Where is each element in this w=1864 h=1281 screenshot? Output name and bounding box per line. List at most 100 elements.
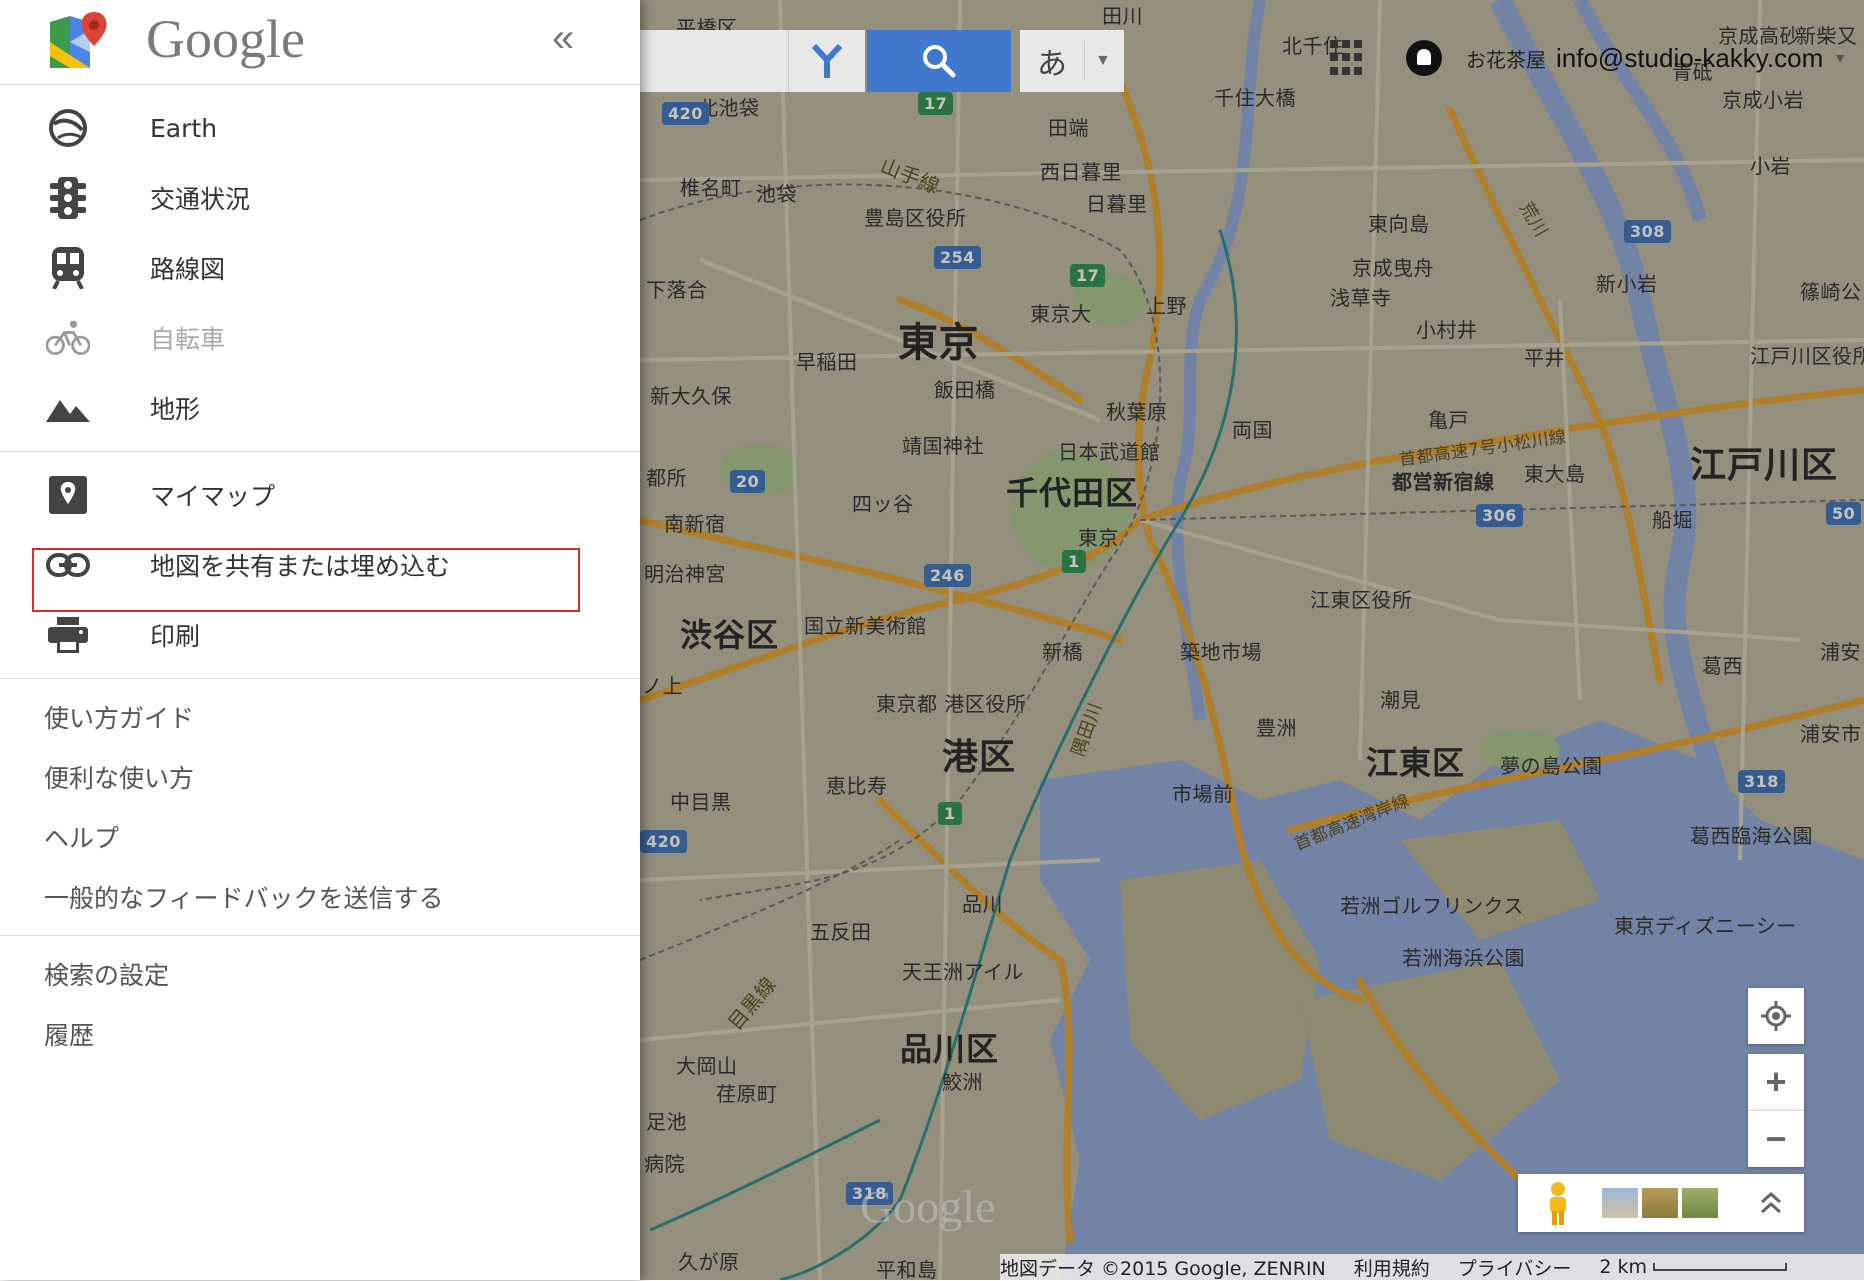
search-button[interactable] [867,30,1011,92]
collapse-menu-icon[interactable]: « [552,16,574,61]
zoom-out-button[interactable]: − [1748,1110,1804,1167]
map-label: 夢の島公園 [1500,754,1603,778]
map-label: 葛西 [1702,654,1743,678]
map-label: 田端 [1048,116,1089,140]
imagery-thumbnail[interactable] [1602,1188,1638,1218]
search-settings-link[interactable]: 検索の設定 [0,944,640,1004]
map-label: 都所 [646,466,687,490]
traffic-icon [46,176,90,220]
map-label: 東京ディズニーシー [1614,914,1797,938]
map-label: 東大島 [1524,462,1586,486]
map-label-ward: 江戸川区 [1690,445,1839,486]
earth-icon [46,106,90,150]
account-email[interactable]: info@studio-kakky.com [1556,43,1823,74]
map-label: 荏原町 [716,1082,778,1106]
menu-item-print[interactable]: 印刷 [0,600,640,670]
print-icon [46,613,90,657]
map-label: 日暮里 [1086,192,1148,216]
map-label: 船堀 [1652,508,1693,532]
guide-link[interactable]: 使い方ガイド [0,687,640,747]
route-shield: 308 [1624,220,1671,243]
menu-item-share-embed[interactable]: 地図を共有または埋め込む [0,530,640,600]
map-label: 南新宿 [664,512,726,536]
route-shield: 50 [1826,502,1862,525]
menu-item-bicycle[interactable]: 自転車 [0,303,640,373]
route-shield: 254 [934,246,981,269]
map-label: 豊洲 [1256,716,1297,740]
map-label: 浦安市 [1800,722,1862,746]
privacy-link[interactable]: プライバシー [1458,1254,1572,1281]
zoom-in-button[interactable]: + [1748,1054,1804,1110]
map-label: 築地市場 [1180,640,1262,664]
input-tools-button[interactable]: あ ▼ [1020,30,1124,92]
map-label: ノ上 [642,674,683,698]
chevron-up-icon[interactable] [1758,1190,1784,1216]
directions-icon [811,44,843,78]
pegman-icon[interactable] [1538,1181,1578,1225]
map-label: 京成小岩 [1722,88,1804,112]
side-menu: Google « Earth 交通状況 路線図 自転車 地形 マイマップ 地図を… [0,0,640,1280]
map-label: 田川 [1102,4,1143,28]
map-label: 東京大 [1030,302,1092,326]
google-wordmark: Google [146,9,305,69]
ime-char: あ [1037,48,1067,81]
map-label: 鮫洲 [942,1070,983,1094]
map-label: 大岡山 [676,1054,738,1078]
transit-icon [46,246,90,290]
history-link[interactable]: 履歴 [0,1004,640,1064]
map-label: 新小岩 [1596,272,1658,296]
settings-section: 検索の設定 履歴 [0,936,640,1072]
map-label-ward: 東京 [898,320,979,366]
map-label: 新橋 [1042,640,1083,664]
map-label-ward: 渋谷区 [680,616,780,654]
layers-section: Earth 交通状況 路線図 自転車 地形 [0,85,640,452]
map-label: 天王洲アイル [902,960,1024,984]
map-label: 久が原 [678,1250,740,1274]
route-shield: 17 [918,92,954,115]
menu-item-traffic[interactable]: 交通状況 [0,163,640,233]
account-area: お花茶屋 info@studio-kakky.com ▼ [1330,38,1847,78]
map-label: 新大久保 [650,384,732,408]
mymaps-icon [46,473,90,517]
menu-item-transit[interactable]: 路線図 [0,233,640,303]
menu-item-earth[interactable]: Earth [0,93,640,163]
search-input[interactable] [640,30,789,92]
chevron-down-icon[interactable]: ▼ [1833,50,1847,66]
terms-link[interactable]: 利用規約 [1354,1254,1430,1281]
notification-bell-icon[interactable] [1406,40,1442,76]
menu-item-label: 交通状況 [150,185,251,214]
map-label: 京成曳舟 [1352,256,1434,280]
directions-button[interactable] [789,30,865,92]
apps-grid-icon[interactable] [1330,40,1366,76]
scale-label: 2 km [1599,1256,1648,1278]
map-label: 江東区役所 [1310,588,1413,612]
my-location-button[interactable] [1748,988,1804,1044]
imagery-thumbnail[interactable] [1642,1188,1678,1218]
map-label: 若洲ゴルフリンクス [1340,894,1524,918]
route-shield: 1 [1062,550,1086,573]
imagery-thumbnail[interactable] [1682,1188,1718,1218]
tips-link[interactable]: 便利な使い方 [0,747,640,807]
menu-item-terrain[interactable]: 地形 [0,373,640,443]
help-link[interactable]: ヘルプ [0,807,640,867]
scale-bar[interactable]: 2 km [1599,1256,1788,1278]
map-label: 若洲海浜公園 [1402,946,1525,970]
menu-item-my-maps[interactable]: マイマップ [0,460,640,530]
map-label: 篠崎公 [1800,280,1862,304]
map-label: 葛西臨海公園 [1690,824,1813,848]
map-label: 上野 [1146,294,1187,318]
route-shield: 420 [662,102,709,125]
map-attribution: 地図データ ©2015 Google, ZENRIN [1000,1257,1326,1280]
menu-item-label: 地形 [150,395,201,424]
menu-item-label: 自転車 [150,325,226,354]
map-label: 浅草寺 [1330,286,1392,310]
map-label: 椎名町 [680,176,742,200]
route-shield: 17 [1070,264,1106,287]
map-label: 潮見 [1380,688,1421,712]
my-location-icon [1761,1001,1791,1031]
chevron-down-icon[interactable]: ▼ [1084,41,1111,81]
map-label: 市場前 [1172,782,1234,806]
feedback-link[interactable]: 一般的なフィードバックを送信する [0,867,640,927]
map-label: 平和島 [876,1258,938,1280]
map-label: 下落合 [646,278,708,302]
